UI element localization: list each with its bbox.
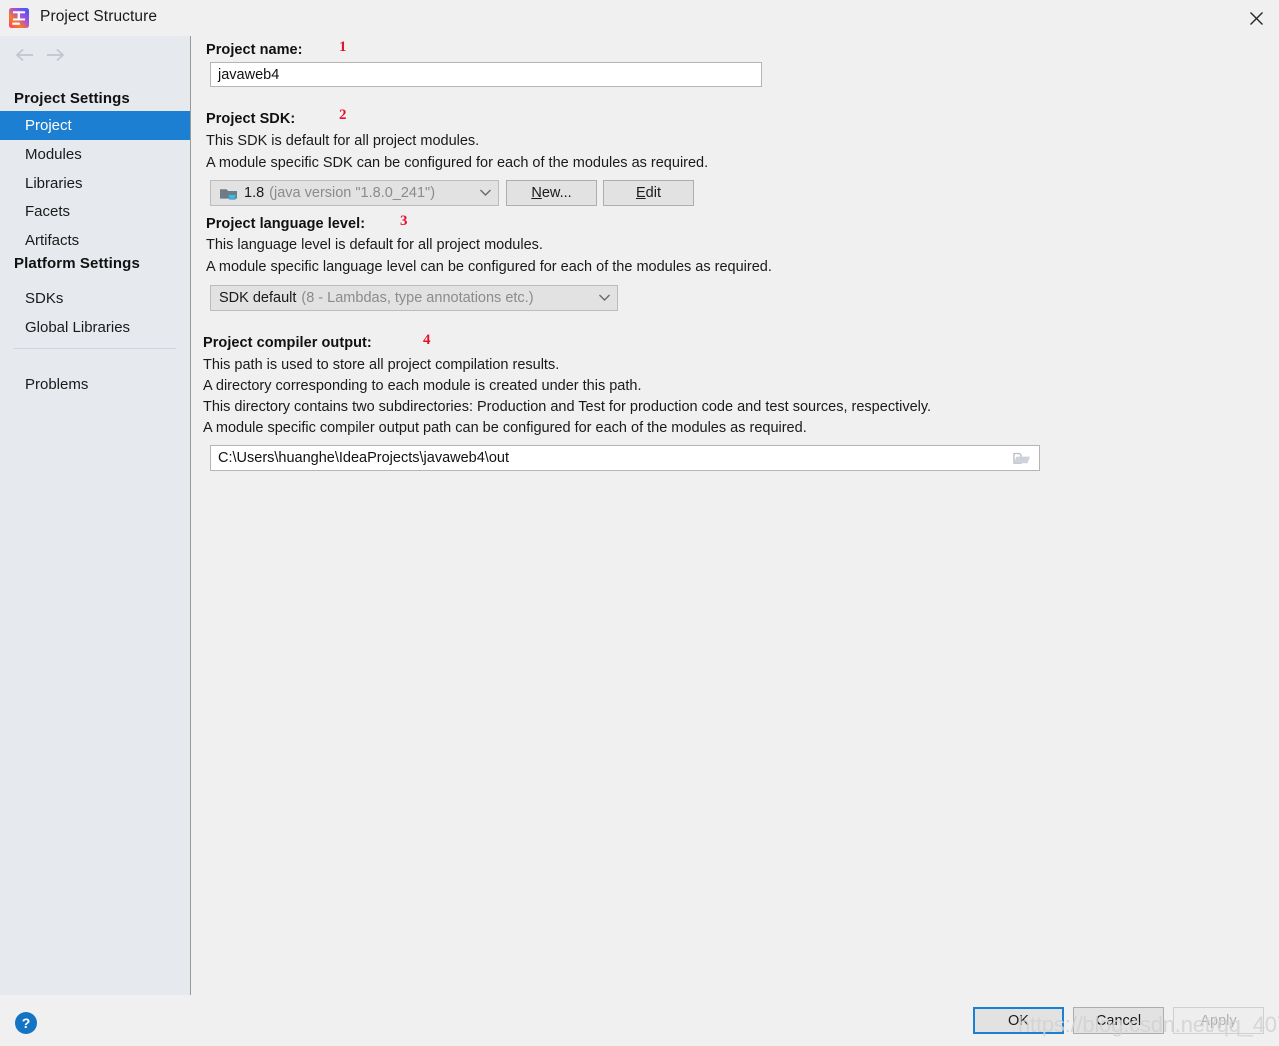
- sidebar-item-label: Project: [25, 117, 72, 134]
- language-level-name: SDK default: [219, 290, 297, 306]
- annotation-marker-4: 4: [423, 332, 431, 348]
- sidebar-item-facets[interactable]: Facets: [0, 197, 190, 226]
- annotation-marker-3: 3: [400, 213, 408, 229]
- sidebar-item-global-libraries[interactable]: Global Libraries: [0, 313, 190, 342]
- compiler-output-path-value: C:\Users\huanghe\IdeaProjects\javaweb4\o…: [218, 450, 509, 466]
- chevron-down-icon: [473, 185, 492, 201]
- project-name-label: Project name:: [206, 42, 303, 58]
- sidebar-item-problems[interactable]: Problems: [0, 370, 190, 399]
- project-sdk-combobox[interactable]: 1.8 (java version "1.8.0_241"): [210, 180, 499, 206]
- compiler-output-path-input[interactable]: C:\Users\huanghe\IdeaProjects\javaweb4\o…: [210, 445, 1040, 471]
- language-level-description-line2: A module specific language level can be …: [206, 259, 772, 275]
- sidebar-item-label: Modules: [25, 146, 82, 163]
- project-sdk-name: 1.8: [244, 185, 265, 201]
- edit-sdk-button[interactable]: Edit: [603, 180, 694, 206]
- compiler-output-label: Project compiler output:: [203, 335, 372, 351]
- sidebar-item-label: Problems: [25, 376, 89, 393]
- apply-button: Apply: [1173, 1007, 1264, 1034]
- new-sdk-button[interactable]: New...: [506, 180, 597, 206]
- ok-button-label: OK: [1008, 1012, 1029, 1029]
- compiler-output-description-line1: This path is used to store all project c…: [203, 357, 560, 373]
- help-button[interactable]: ?: [15, 1012, 37, 1034]
- compiler-output-description-line3: This directory contains two subdirectori…: [203, 399, 932, 415]
- apply-button-label: Apply: [1200, 1012, 1237, 1029]
- project-sdk-label: Project SDK:: [206, 111, 296, 127]
- ok-button[interactable]: OK: [973, 1007, 1064, 1034]
- title-bar: Project Structure: [0, 0, 1279, 36]
- sidebar-item-libraries[interactable]: Libraries: [0, 169, 190, 198]
- help-icon: ?: [21, 1015, 31, 1031]
- sidebar-item-project[interactable]: Project: [0, 111, 190, 140]
- sidebar-item-artifacts[interactable]: Artifacts: [0, 226, 190, 255]
- project-name-value: javaweb4: [218, 66, 280, 83]
- sidebar-item-modules[interactable]: Modules: [0, 140, 190, 169]
- language-level-description-line1: This language level is default for all p…: [206, 237, 543, 253]
- window-title: Project Structure: [40, 8, 158, 25]
- content-pane: Project name: 1 javaweb4 Project SDK: 2 …: [192, 36, 1279, 995]
- close-icon[interactable]: [1233, 0, 1279, 36]
- cancel-button[interactable]: Cancel: [1073, 1007, 1164, 1034]
- cancel-button-label: Cancel: [1095, 1012, 1142, 1029]
- intellij-idea-icon: [9, 8, 29, 28]
- java-sdk-folder-icon: [219, 186, 239, 202]
- sidebar-divider: [14, 348, 176, 349]
- sidebar-item-label: Facets: [25, 203, 71, 220]
- project-sdk-detail: (java version "1.8.0_241"): [269, 185, 436, 201]
- sidebar: Project Settings Project Modules Librari…: [0, 36, 191, 995]
- sidebar-item-sdks[interactable]: SDKs: [0, 284, 190, 313]
- annotation-marker-2: 2: [339, 107, 347, 123]
- project-sdk-description-line2: A module specific SDK can be configured …: [206, 155, 709, 171]
- language-level-label: Project language level:: [206, 216, 366, 232]
- arrow-left-icon[interactable]: [10, 42, 40, 68]
- sidebar-group-header-project-settings: Project Settings: [14, 90, 130, 107]
- new-sdk-button-label: New...: [531, 185, 572, 201]
- folder-browse-icon[interactable]: [1011, 448, 1033, 468]
- language-level-combobox[interactable]: SDK default (8 - Lambdas, type annotatio…: [210, 285, 618, 311]
- chevron-down-icon: [592, 290, 611, 306]
- arrow-right-icon[interactable]: [40, 42, 70, 68]
- sidebar-item-label: Libraries: [25, 175, 83, 192]
- sidebar-item-label: SDKs: [25, 290, 64, 307]
- annotation-marker-1: 1: [339, 39, 347, 55]
- compiler-output-description-line4: A module specific compiler output path c…: [203, 420, 807, 436]
- sidebar-item-label: Global Libraries: [25, 319, 131, 336]
- sidebar-item-label: Artifacts: [25, 232, 80, 249]
- project-name-input[interactable]: javaweb4: [210, 62, 762, 87]
- project-sdk-description-line1: This SDK is default for all project modu…: [206, 133, 480, 149]
- language-level-detail: (8 - Lambdas, type annotations etc.): [301, 290, 534, 306]
- sidebar-group-header-platform-settings: Platform Settings: [14, 255, 140, 272]
- sidebar-navigation: [0, 40, 191, 70]
- compiler-output-description-line2: A directory corresponding to each module…: [203, 378, 642, 394]
- edit-sdk-button-label: Edit: [636, 185, 661, 201]
